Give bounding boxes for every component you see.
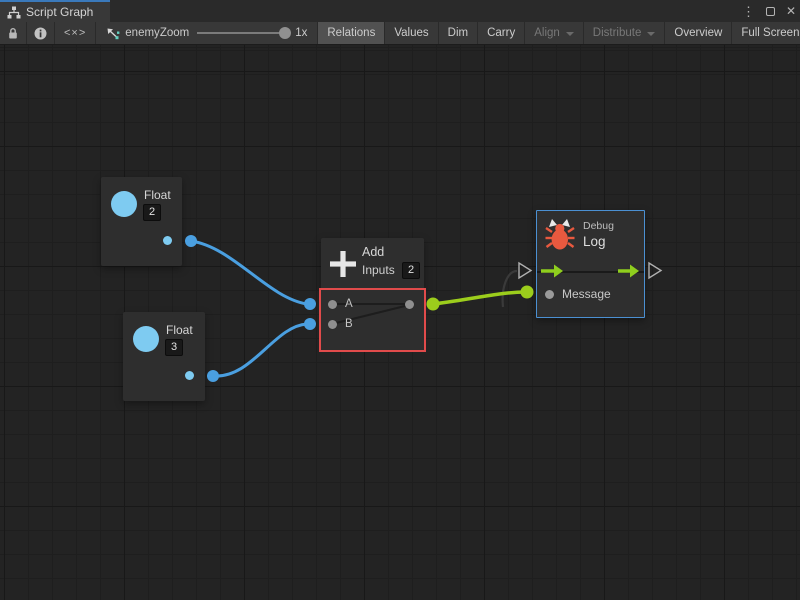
carry-button[interactable]: Carry xyxy=(478,22,525,44)
dropdown-arrow-icon xyxy=(566,32,574,36)
node-float-1[interactable]: Float 2 xyxy=(101,177,182,266)
script-graph-icon xyxy=(7,6,21,19)
node-title: Add xyxy=(362,245,384,259)
dim-button[interactable]: Dim xyxy=(439,22,478,44)
tab-label: Script Graph xyxy=(26,5,93,19)
values-button[interactable]: Values xyxy=(385,22,438,44)
relations-button[interactable]: Relations xyxy=(318,22,385,44)
wire-endpoint xyxy=(427,298,440,311)
overview-button[interactable]: Overview xyxy=(665,22,732,44)
float-type-icon xyxy=(111,191,137,217)
lock-button[interactable] xyxy=(0,22,27,44)
bug-icon xyxy=(545,218,575,252)
maximize-icon[interactable] xyxy=(766,7,775,16)
window-controls: ⋮ ✕ xyxy=(742,0,796,22)
zoom-control: Zoom 1x xyxy=(160,27,308,39)
script-graph-window: Script Graph ⋮ ✕ <×> xyxy=(0,0,800,600)
dropdown-arrow-icon xyxy=(647,32,655,36)
graph-name[interactable]: enemy xyxy=(125,27,160,39)
control-output-triangle[interactable] xyxy=(649,263,661,278)
toolbar: <×> enemy Zoom 1x Relations Values Dim C… xyxy=(0,22,800,45)
dimmed-control-wire xyxy=(503,271,517,307)
zoom-slider[interactable] xyxy=(197,32,285,34)
float-value-field[interactable]: 2 xyxy=(143,204,161,221)
input-port-b[interactable] xyxy=(328,320,337,329)
control-flow-line xyxy=(537,271,644,273)
wire-endpoint xyxy=(207,370,219,382)
zoom-value: 1x xyxy=(295,27,307,39)
node-title: Log xyxy=(583,234,606,249)
float-value-field[interactable]: 3 xyxy=(165,339,183,356)
add-icon xyxy=(329,250,357,278)
tab-script-graph[interactable]: Script Graph xyxy=(0,0,110,22)
align-button[interactable]: Align xyxy=(525,22,584,44)
wire-float2-to-b[interactable] xyxy=(213,324,307,376)
node-add-ports-selection[interactable]: A B xyxy=(321,290,424,350)
port-a-label: A xyxy=(345,298,353,310)
titlebar: Script Graph ⋮ ✕ xyxy=(0,0,800,22)
node-debug-log[interactable]: Debug Log Message xyxy=(536,210,645,318)
node-category: Debug xyxy=(583,220,614,232)
code-view-button[interactable]: <×> xyxy=(55,22,96,44)
zoom-slider-handle[interactable] xyxy=(279,27,291,39)
input-port-a[interactable] xyxy=(328,300,337,309)
node-float-2[interactable]: Float 3 xyxy=(123,312,205,401)
wire-endpoint xyxy=(304,318,316,330)
float-output-port[interactable] xyxy=(163,236,172,245)
lock-icon xyxy=(7,27,19,40)
message-input-port[interactable] xyxy=(545,290,554,299)
wire-float1-to-a[interactable] xyxy=(191,241,307,304)
fullscreen-button[interactable]: Full Screen xyxy=(732,22,800,44)
close-icon[interactable]: ✕ xyxy=(786,5,796,17)
message-port-label: Message xyxy=(562,287,611,301)
graph-breadcrumb-segment: enemy Zoom 1x xyxy=(96,22,318,44)
node-add[interactable]: Add Inputs 2 xyxy=(321,238,424,290)
float-output-port[interactable] xyxy=(185,371,194,380)
wire-endpoint xyxy=(185,235,197,247)
output-port-sum[interactable] xyxy=(405,300,414,309)
info-icon xyxy=(34,27,47,40)
control-input-triangle[interactable] xyxy=(519,263,531,278)
graph-canvas[interactable]: Float 2 Float 3 Add Inputs 2 xyxy=(0,45,800,600)
node-title: Float xyxy=(144,188,171,202)
inputs-label: Inputs xyxy=(362,263,395,277)
distribute-button[interactable]: Distribute xyxy=(584,22,666,44)
wire-sum-to-message[interactable] xyxy=(433,292,525,304)
float-type-icon xyxy=(133,326,159,352)
inputs-count-field[interactable]: 2 xyxy=(402,262,420,279)
node-title: Float xyxy=(166,323,193,337)
code-view-icon: <×> xyxy=(64,27,86,39)
wire-endpoint xyxy=(521,286,534,299)
window-menu-icon[interactable]: ⋮ xyxy=(742,5,755,18)
wire-endpoint xyxy=(304,298,316,310)
graph-asset-icon xyxy=(106,27,120,40)
info-button[interactable] xyxy=(27,22,55,44)
port-b-label: B xyxy=(345,318,353,330)
zoom-label: Zoom xyxy=(160,27,189,39)
